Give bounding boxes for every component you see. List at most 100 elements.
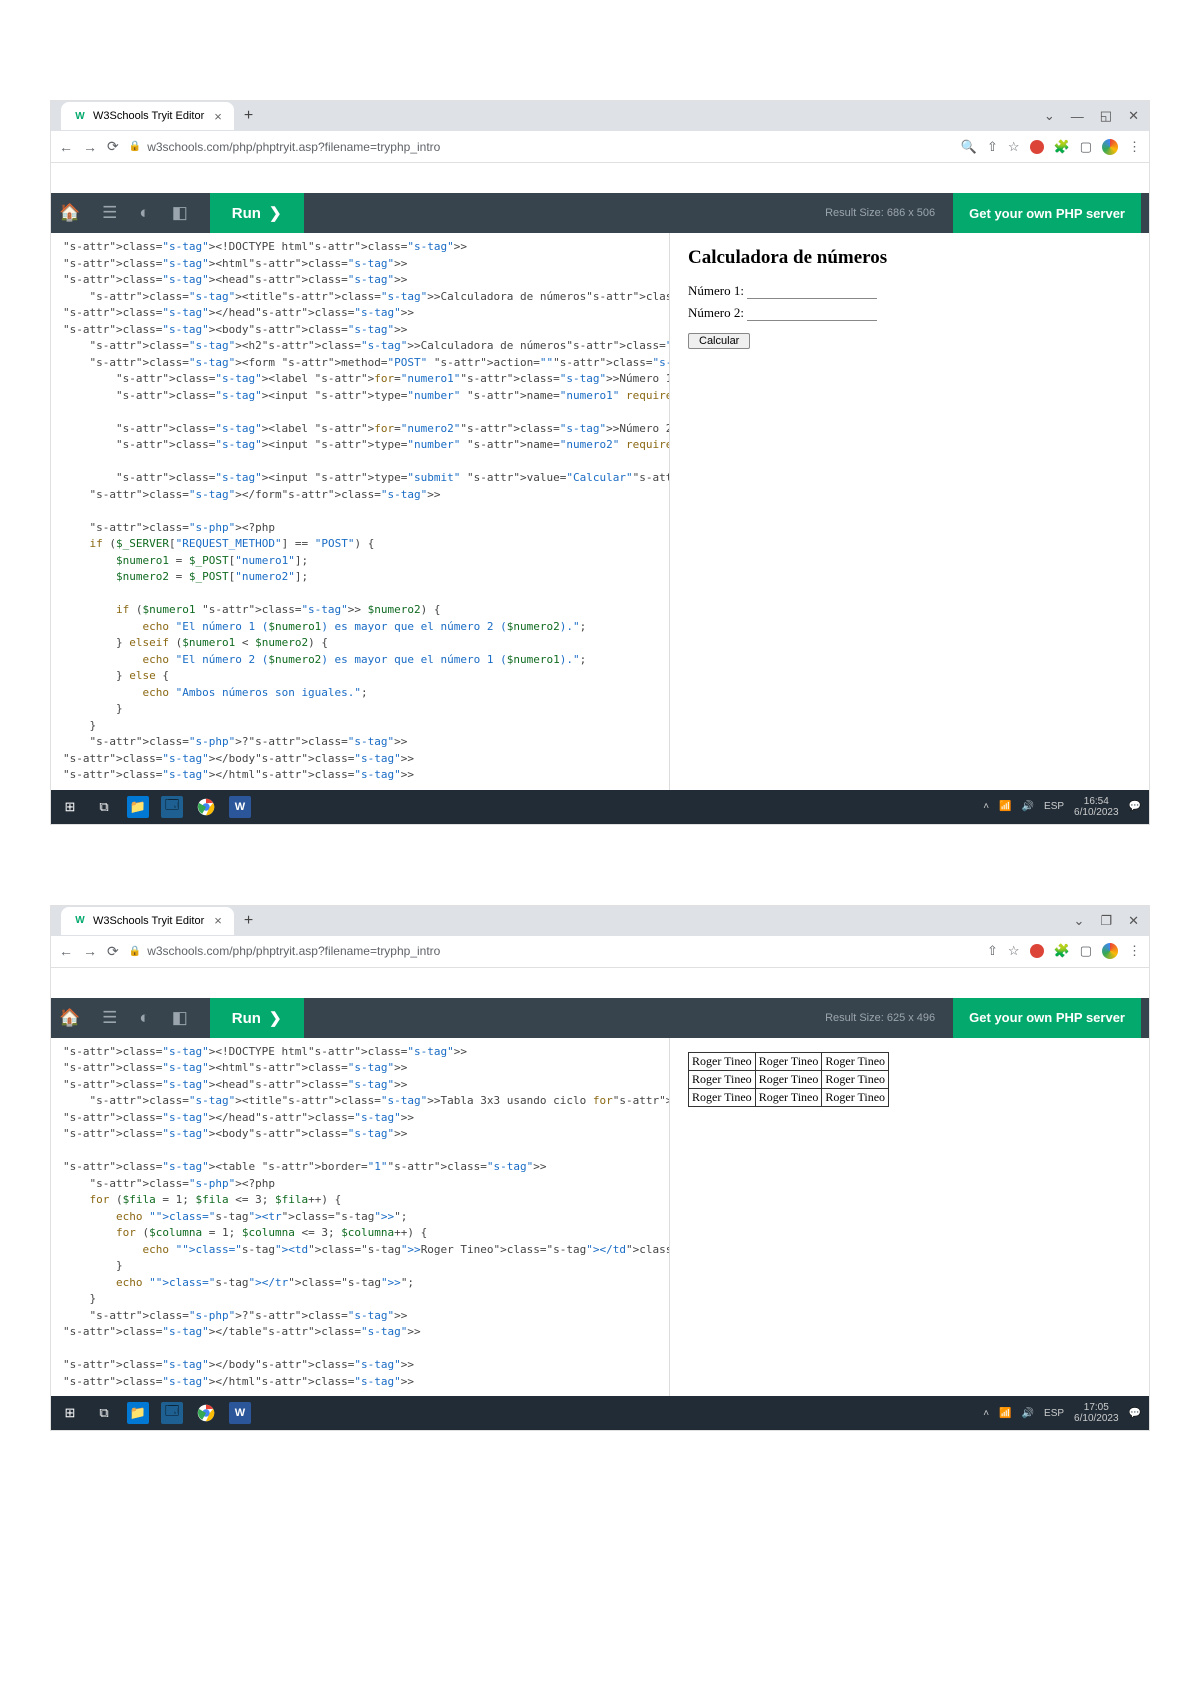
url-input[interactable]: 🔒 w3schools.com/php/phptryit.asp?filenam… [129,140,951,154]
table-cell: Roger Tineo [755,1088,822,1106]
numero2-label: Número 2: [688,305,744,320]
chrome-icon[interactable] [195,1402,217,1424]
back-icon[interactable]: ← [59,139,73,155]
word-icon[interactable]: W [229,796,251,818]
theme-icon[interactable]: ◐ [139,203,149,223]
reload-icon[interactable]: ⟳ [107,943,119,960]
result-size-label: Result Size: 686 x 506 [825,207,935,219]
close-window-icon[interactable]: ✕ [1128,108,1139,124]
menu-icon[interactable]: ☰ [102,203,117,223]
profile-icon[interactable] [1102,943,1118,959]
extension-icon-red[interactable] [1030,140,1044,154]
volume-icon[interactable]: 🔊 [1022,801,1034,812]
start-button[interactable]: ⊞ [59,796,81,818]
orientation-icon[interactable]: ◧ [172,203,188,223]
star-icon[interactable]: ☆ [1008,139,1020,155]
restore-icon[interactable]: ❐ [1100,913,1112,929]
start-button[interactable]: ⊞ [59,1402,81,1424]
chrome-icon[interactable] [195,796,217,818]
run-button[interactable]: Run❯ [210,998,304,1038]
share-icon[interactable]: ⇧ [987,139,998,155]
address-bar: ← → ⟳ 🔒 w3schools.com/php/phptryit.asp?f… [51,936,1149,968]
orientation-icon[interactable]: ◧ [172,1008,188,1028]
php-server-button[interactable]: Get your own PHP server [953,998,1141,1038]
close-icon[interactable]: × [214,109,222,124]
tab-title: W3Schools Tryit Editor [93,915,204,927]
task-view-icon[interactable]: ⧉ [93,796,115,818]
app-icon-1[interactable]: 🗔 [161,796,183,818]
star-icon[interactable]: ☆ [1008,943,1020,959]
notifications-icon[interactable]: 💬 [1129,1408,1141,1419]
puzzle-icon[interactable]: 🧩 [1054,139,1070,155]
word-icon[interactable]: W [229,1402,251,1424]
app-icon-1[interactable]: 🗔 [161,1402,183,1424]
home-icon[interactable]: 🏠 [59,1008,80,1028]
w3schools-favicon: W [73,914,87,928]
extension-icon-red[interactable] [1030,944,1044,958]
table-cell: Roger Tineo [689,1052,756,1070]
language-indicator[interactable]: ESP [1044,1408,1064,1419]
theme-icon[interactable]: ◐ [139,1008,149,1028]
numero2-input[interactable] [747,306,877,321]
table-cell: Roger Tineo [755,1052,822,1070]
back-icon[interactable]: ← [59,943,73,959]
clock[interactable]: 16:54 6/10/2023 [1074,796,1119,818]
wifi-icon[interactable]: 📶 [999,801,1011,812]
notifications-icon[interactable]: 💬 [1129,801,1141,812]
puzzle-icon[interactable]: 🧩 [1054,943,1070,959]
home-icon[interactable]: 🏠 [59,203,80,223]
share-icon[interactable]: ⇧ [987,943,998,959]
address-bar: ← → ⟳ 🔒 w3schools.com/php/phptryit.asp?f… [51,131,1149,163]
numero1-input[interactable] [747,284,877,299]
task-view-icon[interactable]: ⧉ [93,1402,115,1424]
menu-icon[interactable]: ☰ [102,1008,117,1028]
table-cell: Roger Tineo [822,1070,889,1088]
kebab-icon[interactable]: ⋮ [1128,139,1141,155]
run-button[interactable]: Run❯ [210,193,304,233]
close-icon[interactable]: × [214,913,222,928]
table-cell: Roger Tineo [689,1070,756,1088]
chevron-down-icon[interactable]: ⌄ [1044,108,1055,124]
code-editor[interactable]: "s-attr">class="s-tag"><!DOCTYPE html"s-… [51,1038,669,1397]
clock[interactable]: 17:05 6/10/2023 [1074,1402,1119,1424]
reload-icon[interactable]: ⟳ [107,138,119,155]
numero1-label: Número 1: [688,283,744,298]
code-editor[interactable]: "s-attr">class="s-tag"><!DOCTYPE html"s-… [51,233,669,790]
editor-toolbar: 🏠 ☰ ◐ ◧ Run❯ Result Size: 686 x 506 Get … [51,193,1149,233]
table-cell: Roger Tineo [689,1088,756,1106]
new-tab-button[interactable]: + [244,912,253,930]
window-icon[interactable]: ▢ [1080,943,1092,959]
language-indicator[interactable]: ESP [1044,801,1064,812]
window-controls: ⌄ — ◱ ✕ [1044,108,1139,124]
table-cell: Roger Tineo [822,1052,889,1070]
close-window-icon[interactable]: ✕ [1128,913,1139,929]
php-server-button[interactable]: Get your own PHP server [953,193,1141,233]
browser-window-1: W W3Schools Tryit Editor × + ⌄ — ◱ ✕ ← →… [50,100,1150,825]
tray-chevron-icon[interactable]: ˄ [983,801,989,812]
windows-taskbar: ⊞ ⧉ 📁 🗔 W ˄ 📶 🔊 ESP 16:54 6/10/2023 💬 [51,790,1149,824]
minimize-icon[interactable]: — [1071,109,1084,124]
volume-icon[interactable]: 🔊 [1022,1408,1034,1419]
forward-icon[interactable]: → [83,139,97,155]
browser-tab[interactable]: W W3Schools Tryit Editor × [61,907,234,935]
maximize-icon[interactable]: ◱ [1100,108,1112,124]
file-explorer-icon[interactable]: 📁 [127,796,149,818]
wifi-icon[interactable]: 📶 [999,1408,1011,1419]
kebab-icon[interactable]: ⋮ [1128,943,1141,959]
forward-icon[interactable]: → [83,943,97,959]
browser-tab[interactable]: W W3Schools Tryit Editor × [61,102,234,130]
chevron-right-icon: ❯ [269,1010,282,1027]
tray-chevron-icon[interactable]: ˄ [983,1408,989,1419]
result-pane: Roger TineoRoger TineoRoger TineoRoger T… [669,1038,1149,1397]
url-text: w3schools.com/php/phptryit.asp?filename=… [147,944,440,958]
file-explorer-icon[interactable]: 📁 [127,1402,149,1424]
url-input[interactable]: 🔒 w3schools.com/php/phptryit.asp?filenam… [129,944,977,958]
chevron-down-icon[interactable]: ⌄ [1074,913,1085,929]
profile-icon[interactable] [1102,139,1118,155]
calcular-button[interactable]: Calcular [688,333,750,349]
new-tab-button[interactable]: + [244,107,253,125]
search-icon[interactable]: 🔍 [961,139,977,155]
window-controls: ⌄ ❐ ✕ [1074,913,1139,929]
w3schools-favicon: W [73,109,87,123]
window-icon[interactable]: ▢ [1080,139,1092,155]
